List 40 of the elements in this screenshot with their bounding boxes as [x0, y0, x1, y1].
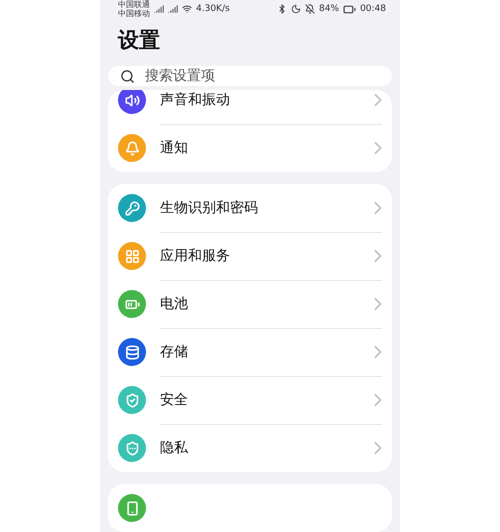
- chevron-icon: [374, 441, 382, 455]
- moon-icon: [291, 4, 302, 14]
- battery-icon: [343, 2, 356, 16]
- signal-icon: [154, 4, 164, 14]
- item-label: 安全: [160, 390, 189, 408]
- bell-off-icon: [305, 4, 316, 14]
- chevron-icon: [374, 141, 382, 155]
- item-label: 声音和振动: [160, 90, 231, 108]
- chevron-icon: [374, 392, 382, 406]
- chevron-icon: [374, 296, 382, 310]
- settings-item[interactable]: 存储: [108, 328, 392, 376]
- chevron-icon: [374, 92, 382, 106]
- settings-item[interactable]: 应用和服务: [108, 232, 392, 280]
- settings-item[interactable]: 隐私: [108, 424, 392, 472]
- item-label: 存储: [160, 342, 189, 360]
- carrier-name: 中国联通: [118, 0, 150, 9]
- battery-percent: 84%: [319, 4, 340, 14]
- chevron-icon: [374, 200, 382, 214]
- clock: 00:48: [360, 4, 386, 14]
- carrier-name: 中国移动: [118, 9, 150, 18]
- search-field[interactable]: 搜索设置项: [143, 67, 380, 85]
- item-label: 应用和服务: [160, 246, 231, 264]
- item-label: 电池: [160, 294, 189, 312]
- network-speed: 4.30K/s: [196, 4, 230, 14]
- bluetooth-icon: [277, 4, 288, 14]
- item-label: 生物识别和密码: [160, 198, 259, 216]
- settings-item[interactable]: 生物识别和密码: [108, 184, 392, 232]
- search-icon: [120, 68, 135, 84]
- settings-item[interactable]: 声音和振动: [108, 90, 392, 124]
- chevron-icon: [374, 248, 382, 262]
- search-bar[interactable]: 搜索设置项: [108, 66, 392, 86]
- item-label: 隐私: [160, 439, 189, 457]
- signal-icon: [168, 4, 178, 14]
- settings-item[interactable]: 通知: [108, 124, 392, 172]
- settings-item[interactable]: 安全: [108, 376, 392, 424]
- wifi-icon: [182, 4, 192, 14]
- page-title: 设置: [118, 27, 161, 54]
- item-label: 通知: [160, 139, 189, 157]
- settings-item[interactable]: 电池: [108, 280, 392, 328]
- chevron-icon: [374, 344, 382, 358]
